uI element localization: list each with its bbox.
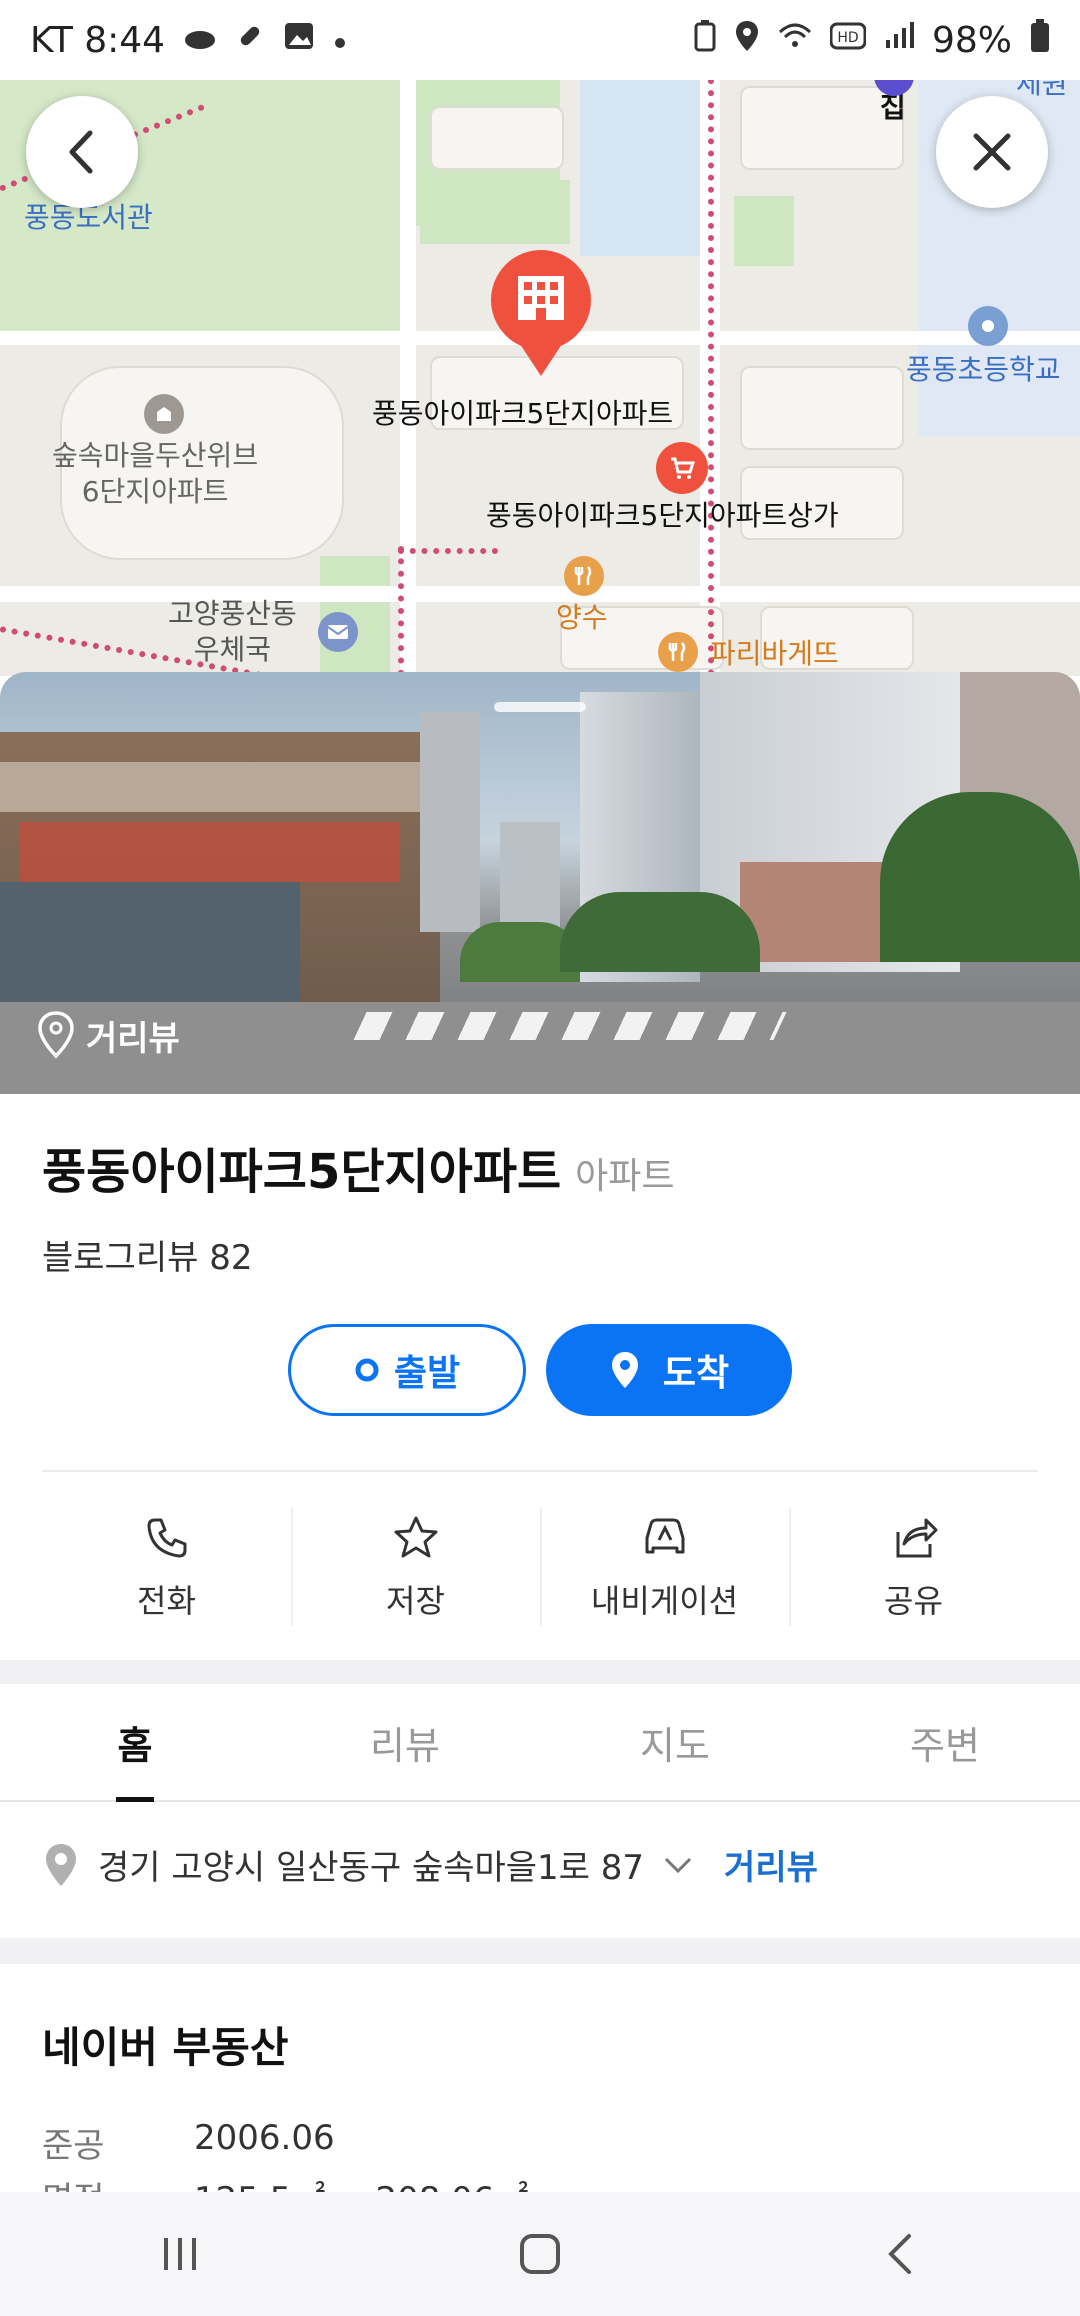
section-divider — [0, 1660, 1080, 1684]
back-button[interactable] — [26, 96, 138, 208]
battery-saver-icon — [694, 20, 716, 60]
restaurant-icon — [564, 556, 604, 596]
map-label-yangsu[interactable]: 양수 — [556, 600, 608, 636]
save-label: 저장 — [386, 1582, 445, 1620]
share-label: 공유 — [884, 1582, 943, 1620]
tab-nearby[interactable]: 주변 — [810, 1684, 1080, 1800]
battery-icon — [1030, 19, 1050, 61]
blog-review-count[interactable]: 블로그리뷰 82 — [42, 1230, 252, 1279]
home-button[interactable] — [500, 2214, 580, 2294]
back-chevron-icon — [888, 2234, 911, 2274]
call-button[interactable]: 전화 — [42, 1498, 291, 1638]
wifi-icon — [778, 22, 812, 58]
place-category: 아파트 — [575, 1156, 675, 1197]
address-row: 경기 고양시 일산동구 숲속마을1로 87 거리뷰 — [42, 1840, 818, 1889]
close-button[interactable] — [936, 96, 1048, 208]
tab-bar: 홈 리뷰 지도 주변 — [0, 1684, 1080, 1802]
status-bar: KT 8:44 HD 98% — [0, 0, 1080, 80]
address-text[interactable]: 경기 고양시 일산동구 숲속마을1로 87 — [98, 1840, 644, 1889]
close-icon — [973, 133, 1011, 171]
cloud-icon — [183, 23, 217, 58]
phone-icon — [147, 1518, 186, 1558]
tab-review[interactable]: 리뷰 — [270, 1684, 540, 1800]
hd-icon: HD — [829, 22, 867, 58]
chevron-down-icon[interactable] — [662, 1855, 694, 1875]
post-office-icon — [318, 612, 358, 652]
location-icon — [734, 20, 760, 60]
map[interactable]: 풍동도서관 집 세원 풍동초등학교 숲속마을두산위브 6단지아파트 풍동아이파크… — [0, 66, 1080, 676]
map-label-mall[interactable]: 풍동아이파크5단지아파트상가 — [486, 498, 839, 534]
recents-icon — [164, 2238, 196, 2270]
address-street-view-link[interactable]: 거리뷰 — [724, 1840, 818, 1889]
share-button[interactable]: 공유 — [789, 1498, 1038, 1638]
carrier-time: KT 8:44 — [30, 19, 166, 61]
call-label: 전화 — [137, 1582, 196, 1620]
car-navigation-icon — [645, 1518, 684, 1554]
home-icon — [520, 2234, 560, 2274]
signal-icon — [884, 22, 914, 58]
apartment-poi-icon — [144, 394, 184, 434]
real-estate-row-completion: 준공 2006.06 — [42, 2118, 335, 2167]
map-label-selected-place[interactable]: 풍동아이파크5단지아파트 — [372, 396, 673, 432]
star-icon — [394, 1516, 437, 1558]
map-label-school[interactable]: 풍동초등학교 — [906, 352, 1061, 388]
system-nav-bar — [0, 2192, 1080, 2316]
row-value: 2006.06 — [194, 2118, 335, 2158]
gallery-icon — [283, 21, 315, 59]
battery-percent: 98% — [931, 19, 1012, 61]
map-label-bakery[interactable]: 파리바게뜨 — [710, 636, 839, 672]
map-label-sunsok[interactable]: 숲속마을두산위브 6단지아파트 — [52, 438, 258, 510]
selected-place-marker[interactable] — [486, 248, 596, 382]
section-divider-2 — [0, 1938, 1080, 1964]
shopping-cart-icon — [656, 442, 708, 494]
row-key: 준공 — [42, 2126, 105, 2166]
recent-apps-button[interactable] — [140, 2214, 220, 2294]
street-view-badge[interactable]: 거리뷰 — [36, 1010, 180, 1060]
street-view-label: 거리뷰 — [86, 1018, 180, 1059]
address-pin-icon — [46, 1843, 76, 1886]
depart-button[interactable]: 출발 — [288, 1324, 526, 1416]
drag-handle[interactable] — [494, 702, 586, 712]
pill-icon — [235, 21, 265, 59]
svg-text:HD: HD — [837, 30, 858, 46]
navigation-label: 내비게이션 — [590, 1582, 739, 1620]
depart-label: 출발 — [393, 1353, 461, 1394]
real-estate-title: 네이버 부동산 — [42, 2023, 289, 2072]
system-back-button[interactable] — [860, 2214, 940, 2294]
navigation-button[interactable]: 내비게이션 — [540, 1498, 789, 1638]
arrive-label: 도착 — [662, 1353, 730, 1394]
place-title: 풍동아이파크5단지아파트 — [42, 1144, 562, 1200]
arrive-button[interactable]: 도착 — [546, 1324, 792, 1416]
dot-icon — [333, 23, 347, 58]
share-icon — [896, 1518, 937, 1558]
start-dot-icon — [355, 1358, 379, 1382]
map-label-post-office[interactable]: 고양풍산동 우체국 — [168, 596, 297, 668]
action-bar: 전화 저장 내비게이션 공유 — [42, 1498, 1038, 1638]
tab-map[interactable]: 지도 — [540, 1684, 810, 1800]
destination-pin-icon — [611, 1352, 638, 1388]
save-button[interactable]: 저장 — [291, 1498, 540, 1638]
school-icon — [968, 306, 1008, 346]
bakery-icon — [658, 632, 698, 672]
chevron-left-icon — [69, 130, 93, 174]
location-pin-icon — [38, 1011, 74, 1059]
tab-home[interactable]: 홈 — [0, 1684, 270, 1800]
